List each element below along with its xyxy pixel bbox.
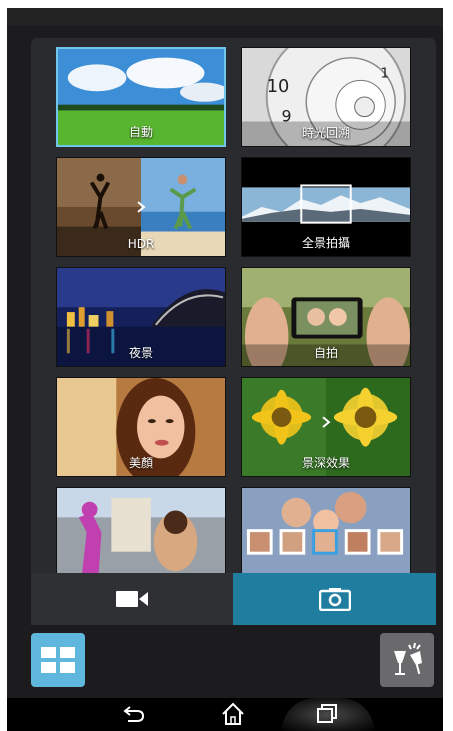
mode-grid: 自動 10 9 1 時光回溯 HDR 全景拍攝 夜景 自拍 美顏 景深效果	[56, 47, 411, 582]
mode-label: 美顏	[128, 456, 153, 470]
system-nav-bar	[7, 698, 443, 731]
mode-tile-gif[interactable]	[56, 487, 226, 582]
mode-switch-bar	[31, 573, 436, 625]
mode-tile-time-rewind[interactable]: 10 9 1 時光回溯	[241, 47, 411, 147]
mode-tile-depth-of-field[interactable]: 景深效果	[241, 377, 411, 477]
grid-view-button[interactable]	[31, 633, 85, 687]
camera-icon	[318, 588, 351, 611]
mode-label: 自拍	[313, 346, 338, 360]
svg-text:1: 1	[380, 65, 389, 81]
mode-tile-hdr[interactable]: HDR	[56, 157, 226, 257]
status-bar	[7, 8, 443, 26]
back-icon[interactable]	[122, 703, 146, 725]
mode-tile-selfie[interactable]: 自拍	[241, 267, 411, 367]
group-faces-photo	[242, 488, 410, 582]
mode-tile-auto[interactable]: 自動	[56, 47, 226, 147]
mode-label: 時光回溯	[301, 126, 350, 140]
grid-view-icon	[41, 647, 75, 673]
mode-label: HDR	[127, 237, 155, 251]
mode-tile-beautification[interactable]: 美顏	[56, 377, 226, 477]
mode-label: 景深效果	[301, 456, 350, 470]
party-link-button[interactable]	[380, 633, 434, 687]
mode-label: 夜景	[128, 346, 153, 360]
camera-mode-screen: 自動 10 9 1 時光回溯 HDR 全景拍攝 夜景 自拍 美顏 景深效果	[7, 8, 443, 731]
home-icon[interactable]	[220, 701, 246, 727]
mode-label: 全景拍攝	[301, 236, 350, 250]
video-camera-icon	[116, 591, 148, 607]
photo-mode-button[interactable]	[233, 573, 436, 625]
mode-tile-night[interactable]: 夜景	[56, 267, 226, 367]
mode-label: 自動	[128, 125, 153, 139]
party-link-icon	[394, 642, 422, 675]
recent-apps-icon[interactable]	[315, 703, 339, 725]
gif-animation-photo	[57, 488, 225, 582]
video-mode-button[interactable]	[31, 573, 233, 625]
svg-text:10: 10	[267, 77, 290, 97]
mode-tile-panorama[interactable]: 全景拍攝	[241, 157, 411, 257]
mode-tile-group[interactable]	[241, 487, 411, 582]
